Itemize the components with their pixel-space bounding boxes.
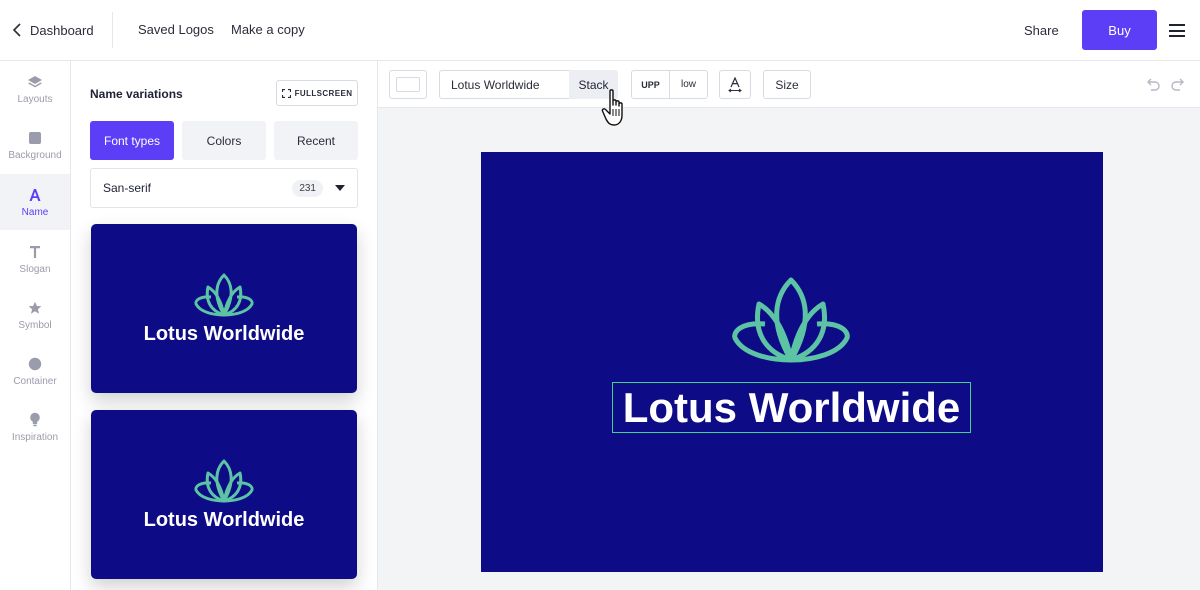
- tab-font-types[interactable]: Font types: [90, 121, 174, 160]
- circle-icon: [27, 356, 43, 372]
- letter-spacing-icon: [728, 76, 742, 92]
- rail-label: Name: [21, 206, 49, 218]
- uppercase-button[interactable]: UPP: [632, 71, 669, 98]
- lotus-symbol-icon[interactable]: [729, 274, 853, 366]
- top-bar: Dashboard Saved Logos Make a copy Share …: [0, 0, 1200, 61]
- rail-label: Slogan: [19, 263, 51, 275]
- fullscreen-label: FULLSCREEN: [294, 88, 353, 98]
- case-toggle-group: UPP low: [631, 70, 708, 99]
- chevron-left-icon: [12, 23, 21, 37]
- rail-item-slogan[interactable]: Slogan: [0, 231, 70, 287]
- left-rail: Layouts Background Name Slogan Symbol Co…: [0, 61, 71, 590]
- expand-icon: [281, 88, 291, 98]
- size-button[interactable]: Size: [763, 70, 811, 99]
- lotus-symbol-icon: [194, 459, 254, 502]
- fullscreen-button[interactable]: FULLSCREEN: [276, 80, 358, 106]
- redo-icon[interactable]: [1170, 76, 1186, 92]
- color-swatch: [396, 77, 420, 92]
- logo-name-text: Lotus Worldwide: [622, 383, 961, 431]
- saved-logos-link[interactable]: Saved Logos: [138, 22, 214, 37]
- panel-title: Name variations: [90, 87, 183, 101]
- rail-item-name[interactable]: Name: [0, 174, 70, 230]
- share-button[interactable]: Share: [1024, 23, 1059, 38]
- undo-icon[interactable]: [1145, 76, 1161, 92]
- lightbulb-icon: [27, 412, 43, 428]
- rail-item-background[interactable]: Background: [0, 117, 70, 173]
- variation-tabs: Font types Colors Recent: [90, 121, 358, 160]
- letter-t-icon: [27, 244, 43, 260]
- logo-artboard[interactable]: Lotus Worldwide: [481, 152, 1103, 572]
- variation-card-name: Lotus Worldwide: [143, 508, 305, 531]
- stack-button[interactable]: Stack: [569, 70, 618, 99]
- font-category-select[interactable]: San-serif 231: [90, 168, 358, 208]
- rail-item-inspiration[interactable]: Inspiration: [0, 399, 70, 455]
- divider: [112, 12, 113, 48]
- rail-label: Symbol: [18, 319, 52, 331]
- letter-spacing-button[interactable]: [719, 70, 751, 99]
- make-a-copy-link[interactable]: Make a copy: [231, 22, 305, 37]
- tab-recent[interactable]: Recent: [274, 121, 358, 160]
- rail-label: Layouts: [17, 93, 53, 105]
- back-label: Dashboard: [30, 22, 94, 38]
- font-count-badge: 231: [292, 179, 323, 197]
- color-swatch-button[interactable]: [389, 70, 427, 99]
- star-icon: [27, 300, 43, 316]
- variation-card[interactable]: Lotus Worldwide: [91, 224, 357, 393]
- hamburger-menu-icon[interactable]: [1169, 24, 1185, 37]
- tab-colors[interactable]: Colors: [182, 121, 266, 160]
- selected-logo-name[interactable]: Lotus Worldwide: [612, 382, 971, 433]
- square-icon: [27, 130, 43, 146]
- rail-item-container[interactable]: Container: [0, 343, 70, 399]
- rail-item-layouts[interactable]: Layouts: [0, 61, 70, 117]
- canvas-area: Lotus Worldwide: [378, 108, 1200, 590]
- variation-card-name: Lotus Worldwide: [143, 322, 305, 345]
- name-variations-panel: Name variations FULLSCREEN Font types Co…: [71, 61, 378, 590]
- editor-toolbar: Lotus Worldwide Stack UPP low Size: [378, 61, 1200, 108]
- rail-item-symbol[interactable]: Symbol: [0, 287, 70, 343]
- lotus-symbol-icon: [194, 273, 254, 316]
- letter-a-icon: [27, 187, 43, 203]
- buy-button[interactable]: Buy: [1082, 10, 1157, 50]
- variation-card[interactable]: Lotus Worldwide: [91, 410, 357, 579]
- rail-label: Container: [13, 375, 57, 387]
- font-category-value: San-serif: [103, 181, 152, 195]
- caret-down-icon: [335, 185, 345, 191]
- lowercase-button[interactable]: low: [669, 71, 707, 98]
- logo-text-input[interactable]: Lotus Worldwide: [439, 70, 570, 99]
- layers-icon: [27, 74, 43, 90]
- back-to-dashboard-link[interactable]: Dashboard: [12, 20, 94, 40]
- rail-label: Inspiration: [11, 431, 59, 443]
- rail-label: Background: [8, 149, 62, 161]
